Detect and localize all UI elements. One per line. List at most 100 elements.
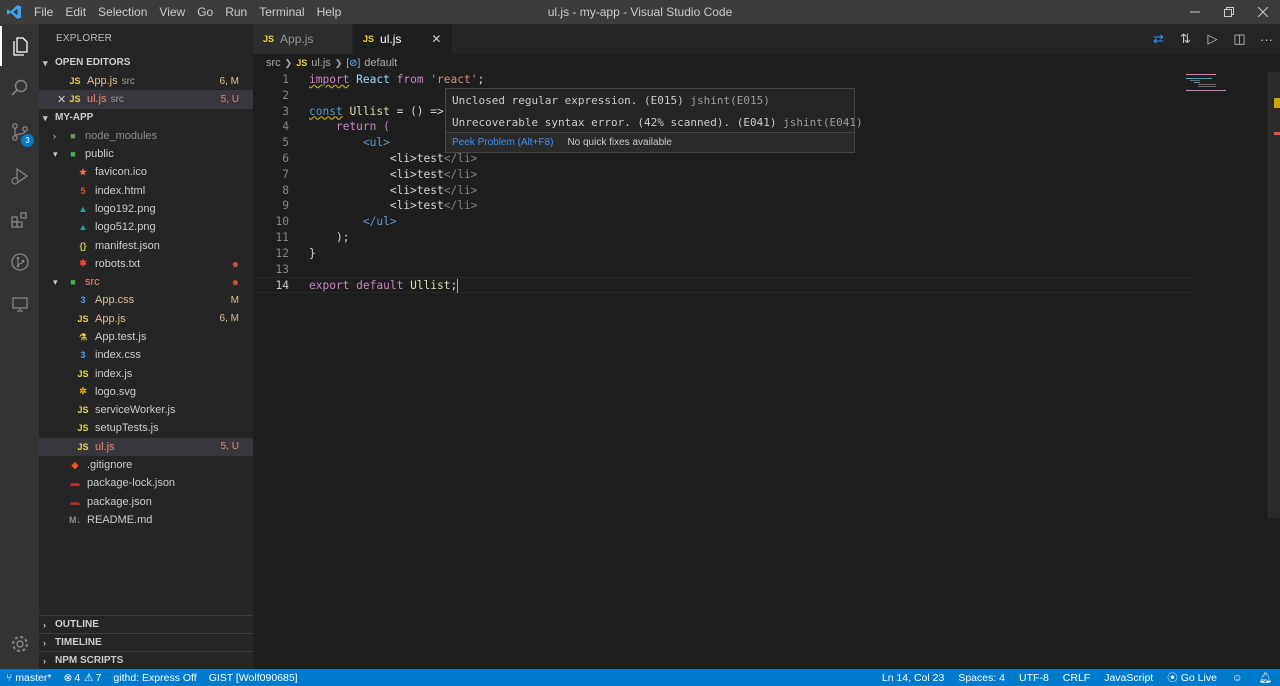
folder-public[interactable]: ▾ ■ public	[39, 145, 253, 163]
open-changes-icon[interactable]: ⇅	[1172, 31, 1199, 47]
gist-status[interactable]: GIST [Wolf090685]	[203, 672, 304, 684]
file-row[interactable]: 3 App.css M	[39, 291, 253, 309]
favicon-file-icon: ★	[78, 166, 88, 177]
timeline-header[interactable]: › TIMELINE	[39, 633, 253, 651]
file-row[interactable]: ▲ logo512.png	[39, 218, 253, 236]
settings-gear-icon[interactable]	[0, 624, 39, 664]
js-file-icon: JS	[296, 58, 308, 68]
problem-text: Unrecoverable syntax error. (42% scanned…	[452, 116, 777, 129]
string-literal: 'react'	[430, 73, 478, 86]
minimize-icon[interactable]	[1178, 0, 1212, 24]
file-row[interactable]: JS serviceWorker.js	[39, 401, 253, 419]
menu-help[interactable]: Help	[311, 5, 348, 19]
outline-header[interactable]: › OUTLINE	[39, 615, 253, 633]
file-row[interactable]: {} manifest.json	[39, 236, 253, 254]
close-tab-icon[interactable]: ✕	[431, 32, 441, 46]
file-row[interactable]: ★ favicon.ico	[39, 163, 253, 181]
branch-status[interactable]: ⑂ master*	[0, 672, 58, 684]
npm-scripts-header[interactable]: › NPM SCRIPTS	[39, 651, 253, 669]
git-history-icon[interactable]	[0, 242, 39, 282]
file-row[interactable]: JS index.js	[39, 364, 253, 382]
tab-ul-js[interactable]: JS ul.js ✕	[353, 24, 453, 54]
file-row[interactable]: JS setupTests.js	[39, 419, 253, 437]
js-file-icon: JS	[69, 94, 81, 105]
split-editor-icon[interactable]: ◫	[1226, 31, 1253, 47]
code-editor[interactable]: 1 import React from 'react'; 2 3 const Ull…	[253, 72, 1280, 669]
code-line: 13	[253, 262, 1193, 278]
menu-run[interactable]: Run	[219, 5, 253, 19]
minimap[interactable]	[1186, 72, 1266, 92]
problems-status[interactable]: ⊗ 4 ⚠ 7	[58, 672, 108, 684]
file-row[interactable]: 3 index.css	[39, 346, 253, 364]
error-icon: ⊗	[63, 671, 73, 684]
hover-actions: Peek Problem (Alt+F8) No quick fixes ava…	[446, 132, 854, 152]
run-icon[interactable]: ▷	[1199, 31, 1226, 47]
open-editors-header[interactable]: ▾ OPEN EDITORS	[39, 54, 253, 72]
file-row[interactable]: ⚗ App.test.js	[39, 328, 253, 346]
folder-src[interactable]: ▾ ■ src ●	[39, 273, 253, 291]
file-row[interactable]: ▬ package-lock.json	[39, 474, 253, 492]
menu-edit[interactable]: Edit	[59, 5, 92, 19]
file-row[interactable]: ◆ .gitignore	[39, 456, 253, 474]
line-number: 13	[275, 262, 289, 276]
run-debug-icon[interactable]	[0, 156, 39, 196]
line-number: 2	[282, 88, 289, 102]
html-file-icon: 5	[80, 185, 86, 196]
error-marker	[1274, 132, 1280, 135]
end-of-line[interactable]: CRLF	[1056, 672, 1097, 684]
extensions-icon[interactable]	[0, 200, 39, 240]
file-row-active[interactable]: JS ul.js 5, U	[39, 437, 253, 456]
file-row[interactable]: ✲ logo.svg	[39, 383, 253, 401]
search-icon[interactable]	[0, 68, 39, 108]
file-row[interactable]: ▲ logo192.png	[39, 200, 253, 218]
breadcrumb-file[interactable]: ul.js	[311, 57, 331, 69]
notifications-bell-icon[interactable]: 🔔︎	[1251, 671, 1280, 684]
restore-icon[interactable]	[1212, 0, 1246, 24]
js-file-icon: JS	[263, 34, 275, 44]
menu-selection[interactable]: Selection	[92, 5, 153, 19]
close-window-icon[interactable]	[1246, 0, 1280, 24]
file-row[interactable]: ✱ robots.txt ●	[39, 255, 253, 273]
open-editor-app-js[interactable]: JS App.js src 6, M	[39, 72, 253, 90]
file-row[interactable]: 5 index.html	[39, 181, 253, 199]
breadcrumb-folder[interactable]: src	[266, 57, 281, 69]
project-header[interactable]: ▾ MY-APP	[39, 109, 253, 127]
cursor-position[interactable]: Ln 14, Col 23	[875, 672, 951, 684]
file-row[interactable]: M↓ README.md	[39, 511, 253, 529]
go-live-button[interactable]: ⦿ Go Live	[1160, 670, 1224, 685]
chevron-right-icon: ›	[53, 130, 56, 141]
breadcrumb-symbol[interactable]: default	[364, 57, 397, 69]
modified-dot-icon: ●	[231, 275, 239, 290]
remote-explorer-icon[interactable]	[0, 284, 39, 324]
chevron-right-icon: ❯	[334, 57, 343, 68]
menu-terminal[interactable]: Terminal	[253, 5, 310, 19]
githd-status[interactable]: githd: Express Off	[107, 672, 202, 684]
line-number: 14	[275, 279, 289, 293]
language-mode[interactable]: JavaScript	[1097, 672, 1160, 684]
more-actions-icon[interactable]: ···	[1253, 32, 1280, 47]
tab-app-js[interactable]: JS App.js	[253, 24, 353, 54]
minimap-line	[1198, 86, 1216, 87]
file-label: index.js	[95, 367, 133, 380]
punctuation: ;	[477, 73, 485, 86]
sidebar-bottom-sections: › OUTLINE › TIMELINE › NPM SCRIPTS	[39, 615, 253, 669]
menu-go[interactable]: Go	[191, 5, 219, 19]
encoding[interactable]: UTF-8	[1012, 672, 1056, 684]
feedback-icon[interactable]: ☺	[1224, 672, 1251, 684]
compare-changes-icon[interactable]: ⇄	[1145, 31, 1172, 47]
file-row[interactable]: JS App.js 6, M	[39, 310, 253, 328]
code-line: 11 );	[253, 230, 1193, 246]
menu-view[interactable]: View	[153, 5, 191, 19]
peek-problem-link[interactable]: Peek Problem (Alt+F8)	[452, 137, 553, 148]
folder-node-modules[interactable]: › ■ node_modules	[39, 127, 253, 145]
branch-label: master*	[15, 671, 52, 684]
indentation[interactable]: Spaces: 4	[951, 672, 1012, 684]
source-control-icon[interactable]: 3	[0, 112, 39, 152]
file-row[interactable]: ▬ package.json	[39, 493, 253, 511]
overview-ruler[interactable]	[1268, 72, 1280, 518]
open-editor-ul-js[interactable]: ✕ JS ul.js src 5, U	[39, 90, 253, 109]
menu-file[interactable]: File	[28, 5, 59, 19]
explorer-icon[interactable]	[0, 26, 39, 66]
jsx-tag: <li>	[389, 152, 417, 165]
close-editor-icon[interactable]: ✕	[57, 93, 67, 106]
